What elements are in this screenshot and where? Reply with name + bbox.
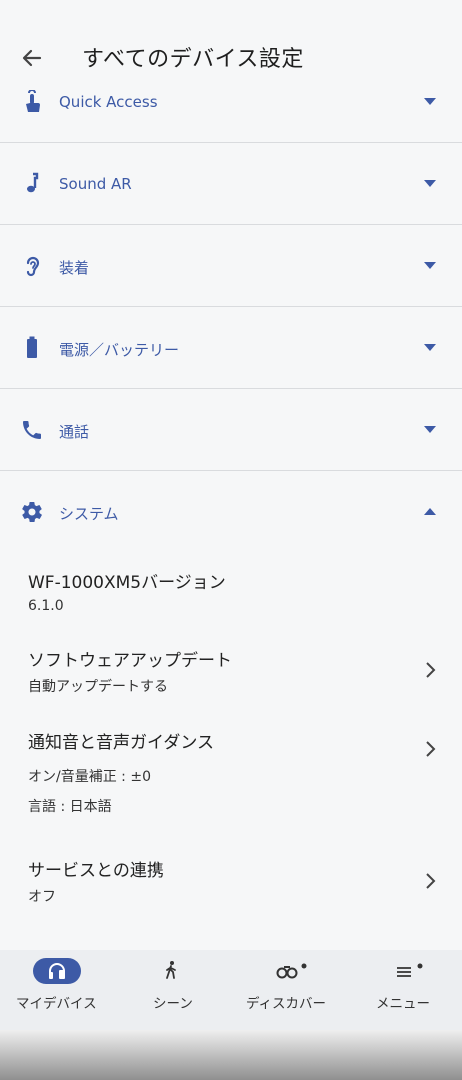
item-title: 通知音と音声ガイダンス: [28, 733, 214, 753]
battery-icon: [27, 336, 37, 358]
section-power-battery[interactable]: 電源／バッテリー: [0, 307, 462, 389]
nav-label: マイデバイス: [16, 996, 97, 1012]
chevron-right-icon: [426, 873, 436, 889]
chevron-down-icon: [424, 180, 436, 187]
section-label: 装着: [59, 259, 90, 277]
nav-scene[interactable]: シーン: [115, 950, 230, 1030]
phone-icon: [23, 421, 41, 439]
section-quick-access[interactable]: Quick Access: [0, 62, 462, 144]
nav-my-device[interactable]: マイデバイス: [0, 950, 115, 1030]
section-call[interactable]: 通話: [0, 389, 462, 471]
nav-discover[interactable]: ディスカバー: [230, 950, 346, 1030]
version-item: WF-1000XM5バージョン 6.1.0: [0, 556, 462, 622]
item-title: ソフトウェアアップデート: [28, 651, 232, 671]
item-value: 6.1.0: [28, 598, 64, 614]
item-value: 自動アップデートする: [28, 679, 168, 695]
music-note-icon: [27, 172, 39, 193]
chevron-down-icon: [424, 98, 436, 105]
item-value: オン/音量補正 : ±0: [28, 769, 151, 785]
section-system[interactable]: システム: [0, 471, 462, 553]
bottom-nav: マイデバイス シーン ディスカバー メニュー: [0, 950, 462, 1030]
headphones-icon: [49, 963, 65, 979]
system-gesture-area: [0, 1030, 462, 1080]
service-link-item[interactable]: サービスとの連携 オフ: [0, 846, 462, 912]
nav-label: メニュー: [376, 996, 430, 1012]
section-label: 電源／バッテリー: [59, 341, 180, 359]
item-value: オフ: [28, 889, 56, 905]
section-wearing[interactable]: 装着: [0, 225, 462, 307]
section-label: システム: [59, 505, 119, 523]
notification-sound-item[interactable]: 通知音と音声ガイダンス オン/音量補正 : ±0 言語 : 日本語: [0, 718, 462, 822]
software-update-item[interactable]: ソフトウェアアップデート 自動アップデートする: [0, 636, 462, 702]
item-title: WF-1000XM5バージョン: [28, 573, 226, 593]
section-label: Sound AR: [59, 175, 132, 193]
nav-menu[interactable]: メニュー: [346, 950, 462, 1030]
item-value: 言語 : 日本語: [28, 799, 112, 815]
chevron-down-icon: [424, 344, 436, 351]
section-sound-ar[interactable]: Sound AR: [0, 143, 462, 225]
chevron-right-icon: [426, 741, 436, 757]
chevron-down-icon: [424, 262, 436, 269]
section-label: 通話: [59, 423, 90, 441]
walking-person-icon: [166, 961, 176, 979]
chevron-right-icon: [426, 662, 436, 678]
binoculars-icon: [276, 963, 307, 979]
chevron-up-icon: [424, 508, 436, 515]
gear-icon: [22, 502, 42, 522]
item-title: サービスとの連携: [28, 861, 164, 881]
section-label: Quick Access: [59, 93, 158, 111]
nav-label: ディスカバー: [246, 996, 327, 1012]
nav-label: シーン: [153, 996, 193, 1012]
menu-icon: [397, 963, 423, 977]
touch-hand-icon: [26, 90, 40, 112]
chevron-down-icon: [424, 426, 436, 433]
ear-icon: [26, 256, 40, 277]
